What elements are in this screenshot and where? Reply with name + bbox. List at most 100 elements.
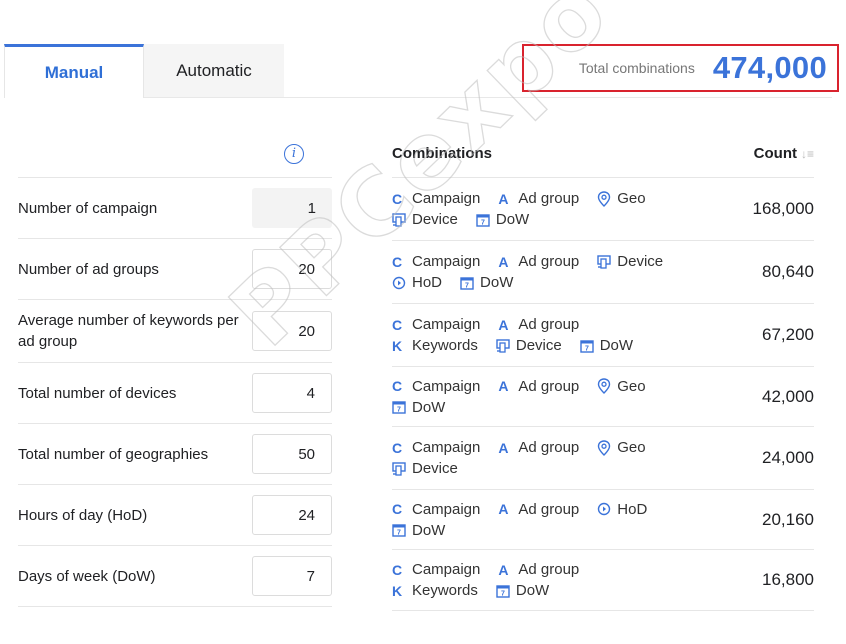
geo-pin-icon [597, 439, 617, 456]
input-field[interactable]: 4 [252, 373, 332, 413]
combination-row: C Campaign A Ad group Geo Device 7 DoW 168,000 [392, 178, 814, 241]
svg-text:7: 7 [585, 345, 589, 352]
clock-icon [392, 276, 412, 290]
combination-row: C Campaign A Ad group Geo Device 24,000 [392, 427, 814, 490]
dimension-chip: A Ad group [498, 438, 579, 457]
dimension-label: Geo [617, 377, 646, 395]
mode-tabs: Manual Automatic [4, 44, 284, 98]
input-field[interactable]: 50 [252, 434, 332, 474]
count-column-header[interactable]: Count ↓≡ [754, 145, 814, 162]
ad-group-icon: A [498, 561, 509, 578]
combination-row: C Campaign A Ad group Geo 7 DoW 42,000 [392, 367, 814, 427]
combination-count: 80,640 [762, 262, 814, 281]
input-field[interactable]: 20 [252, 249, 332, 289]
calendar-icon: 7 [476, 213, 496, 227]
dimension-chip: 7 DoW [580, 336, 633, 355]
input-label: Days of week (DoW) [18, 567, 156, 585]
campaign-icon: C [392, 253, 403, 270]
total-combinations-box: Total combinations 474,000 [522, 44, 839, 92]
input-label: Average number of keywords per ad group [18, 312, 239, 350]
dimension-chip: K Keywords [392, 336, 478, 355]
geo-pin-icon [597, 190, 617, 207]
combinations-panel: Combinations Count ↓≡ C Campaign A Ad group… [392, 130, 814, 611]
dimension-label: Ad group [518, 253, 580, 270]
input-row: Hours of day (HoD) 24 [18, 485, 332, 546]
tab-manual[interactable]: Manual [4, 44, 144, 98]
dimension-label: Geo [617, 190, 646, 207]
dimension-chip: Device [392, 210, 458, 229]
dimension-label: DoW [412, 398, 446, 416]
svg-text:7: 7 [397, 407, 401, 414]
dimension-label: Device [412, 460, 458, 477]
dimension-label: Campaign [412, 316, 481, 333]
dimension-chip: C Campaign [392, 252, 480, 271]
sort-icon[interactable]: ↓≡ [801, 147, 814, 161]
dimension-label: Ad group [518, 377, 580, 395]
combination-count: 67,200 [762, 325, 814, 344]
dimension-chip: C Campaign [392, 377, 480, 396]
dimension-label: Campaign [412, 190, 481, 207]
dimension-label: Device [515, 337, 562, 354]
combination-chips: C Campaign A Ad group Geo 7 DoW [392, 377, 692, 417]
input-row: Number of campaign 1 [18, 178, 332, 239]
calendar-icon: 7 [392, 400, 412, 414]
dimension-label: Geo [617, 439, 646, 456]
inputs-header: i [18, 130, 332, 178]
input-label: Total number of devices [18, 384, 177, 402]
dimension-label: Ad group [518, 500, 580, 518]
combination-count: 42,000 [762, 386, 814, 406]
device-icon [392, 212, 412, 227]
dimension-chip: 7 DoW [460, 273, 513, 292]
dimension-label: HoD [617, 500, 648, 518]
dimension-label: Device [412, 211, 458, 228]
dimension-label: DoW [480, 274, 514, 291]
input-field[interactable]: 24 [252, 495, 332, 535]
combination-row: C Campaign A Ad group HoD 7 DoW 20,160 [392, 490, 814, 550]
dimension-chip: Geo [597, 438, 646, 457]
info-icon[interactable]: i [284, 143, 304, 164]
dimension-label: Campaign [412, 253, 481, 270]
combination-chips: C Campaign A Ad group K Keywords 7 DoW [392, 560, 692, 600]
combination-chips: C Campaign A Ad group HoD 7 DoW [392, 500, 692, 540]
combination-count: 16,800 [762, 570, 814, 589]
calendar-icon: 7 [460, 276, 480, 290]
dimension-chip: Geo [597, 377, 646, 396]
campaign-icon: C [392, 190, 403, 207]
combination-chips: C Campaign A Ad group Geo Device [392, 438, 692, 478]
svg-text:7: 7 [481, 219, 485, 226]
tab-automatic[interactable]: Automatic [144, 44, 284, 98]
dimension-chip: A Ad group [498, 252, 579, 271]
dimension-chip: 7 DoW [476, 210, 529, 229]
campaign-icon: C [392, 501, 403, 517]
dimension-chip: A Ad group [498, 560, 579, 579]
dimension-chip: C Campaign [392, 500, 480, 519]
device-icon [496, 338, 516, 353]
campaign-icon: C [392, 378, 403, 394]
dimension-chip: A Ad group [498, 377, 579, 396]
dimension-label: Campaign [412, 377, 481, 395]
dimension-label: Ad group [518, 439, 580, 456]
svg-text:7: 7 [501, 590, 505, 597]
input-row: Number of ad groups 20 [18, 239, 332, 300]
ad-group-icon: A [498, 439, 509, 456]
dimension-label: DoW [599, 337, 634, 354]
input-label: Hours of day (HoD) [18, 506, 148, 524]
dimension-label: Campaign [412, 439, 481, 456]
combinations-header: Combinations Count ↓≡ [392, 130, 814, 178]
combination-count: 168,000 [752, 199, 814, 218]
input-field[interactable]: 20 [252, 311, 332, 351]
input-field[interactable]: 7 [252, 556, 332, 596]
keywords-icon: K [392, 337, 403, 354]
input-label: Number of campaign [18, 199, 158, 217]
dimension-label: Keywords [412, 582, 478, 599]
dimension-label: Campaign [412, 500, 481, 518]
combination-row: C Campaign A Ad group K Keywords Device 7 DoW 67,… [392, 304, 814, 367]
campaign-icon: C [392, 439, 403, 456]
count-header-label: Count [753, 145, 797, 162]
dimension-label: DoW [495, 211, 530, 228]
inputs-panel: i Number of campaign 1 Number of ad groups… [18, 130, 332, 607]
clock-icon [597, 502, 617, 516]
dimension-chip: C Campaign [392, 189, 480, 208]
dimension-chip: A Ad group [498, 189, 579, 208]
combination-chips: C Campaign A Ad group Geo Device 7 DoW [392, 189, 692, 229]
